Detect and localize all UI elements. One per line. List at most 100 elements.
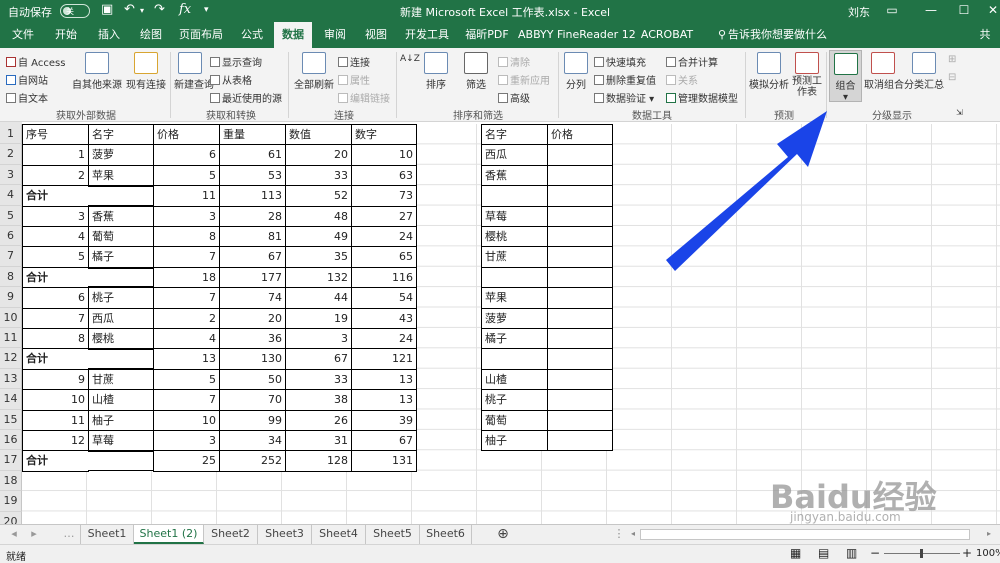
other-sources-button[interactable]: 自其他来源 — [72, 52, 122, 91]
row-header[interactable]: 10 — [0, 307, 22, 328]
row-header[interactable]: 14 — [0, 389, 22, 410]
total-cell[interactable]: 252 — [219, 450, 286, 472]
table2-cell[interactable]: 葡萄 — [481, 409, 548, 431]
undo-icon[interactable]: ↶ — [124, 2, 135, 17]
table-cell[interactable]: 81 — [219, 226, 286, 248]
empty-cell[interactable] — [88, 267, 153, 288]
new-query-button[interactable]: 新建查询 — [174, 52, 214, 91]
table2-price-cell[interactable] — [547, 409, 613, 431]
table-cell[interactable]: 10 — [153, 409, 220, 431]
table-cell[interactable]: 7 — [153, 389, 220, 411]
row-header[interactable]: 15 — [0, 409, 22, 430]
quick-access-dropdown-icon[interactable]: ▾ — [204, 5, 209, 15]
table2-cell[interactable]: 甘蔗 — [481, 246, 548, 268]
row-header[interactable]: 16 — [0, 430, 22, 451]
total-cell[interactable]: 121 — [351, 348, 417, 370]
table-header-cell[interactable]: 价格 — [153, 124, 220, 146]
autosave-toggle[interactable] — [60, 4, 90, 18]
table-cell[interactable]: 3 — [22, 205, 89, 227]
reapply-button[interactable]: 重新应用 — [498, 72, 550, 87]
table2-price-cell[interactable] — [547, 287, 613, 309]
total-cell[interactable]: 67 — [285, 348, 352, 370]
table-cell[interactable]: 6 — [22, 287, 89, 309]
table-cell[interactable]: 柚子 — [88, 409, 154, 431]
table-cell[interactable]: 橘子 — [88, 246, 154, 268]
refresh-all-button[interactable]: 全部刷新 — [292, 52, 336, 91]
table-cell[interactable]: 甘蔗 — [88, 368, 154, 391]
table-header-cell[interactable]: 数值 — [285, 124, 352, 146]
table-cell[interactable]: 99 — [219, 409, 286, 431]
table2-price-cell[interactable] — [547, 205, 613, 227]
tab-formulas[interactable]: 公式 — [232, 22, 272, 48]
row-header[interactable]: 8 — [0, 266, 22, 288]
zoom-slider-thumb[interactable] — [920, 549, 923, 558]
row-header[interactable]: 5 — [0, 205, 22, 226]
total-cell[interactable]: 116 — [351, 266, 417, 289]
table-cell[interactable]: 山楂 — [88, 389, 154, 411]
remove-duplicates-button[interactable]: 删除重复值 — [594, 72, 656, 87]
advanced-filter-button[interactable]: 高级 — [498, 90, 530, 105]
table-cell[interactable]: 48 — [285, 205, 352, 227]
table-cell[interactable]: 13 — [351, 368, 417, 391]
user-name[interactable]: 刘东 — [848, 4, 870, 20]
zoom-level[interactable]: 100% — [976, 548, 1000, 559]
table-cell[interactable]: 5 — [153, 164, 220, 187]
table2-cell[interactable]: 桃子 — [481, 389, 548, 411]
table-cell[interactable]: 53 — [219, 164, 286, 187]
table-header-cell[interactable]: 序号 — [22, 124, 89, 146]
tab-acrobat[interactable]: ACROBAT — [638, 22, 696, 48]
sheet-tab[interactable]: Sheet1 — [80, 525, 134, 544]
table2-price-cell[interactable] — [547, 266, 613, 289]
consolidate-button[interactable]: 合并计算 — [666, 54, 718, 69]
total-cell[interactable]: 132 — [285, 266, 352, 289]
table-cell[interactable]: 西瓜 — [88, 307, 154, 329]
table-cell[interactable]: 61 — [219, 144, 286, 166]
table-cell[interactable]: 20 — [285, 144, 352, 166]
sheet-tab[interactable]: Sheet2 — [204, 525, 258, 544]
table2-price-cell[interactable] — [547, 164, 613, 187]
total-cell[interactable]: 130 — [219, 348, 286, 370]
row-header[interactable]: 7 — [0, 246, 22, 267]
sheet-tab[interactable]: Sheet4 — [312, 525, 366, 544]
tab-home[interactable]: 开始 — [46, 22, 86, 48]
table-cell[interactable]: 1 — [22, 144, 89, 166]
total-label-cell[interactable]: 合计 — [22, 348, 89, 370]
table-cell[interactable]: 8 — [22, 328, 89, 350]
table2-header-cell[interactable]: 名字 — [481, 124, 548, 146]
table-cell[interactable]: 葡萄 — [88, 226, 154, 248]
table-cell[interactable]: 樱桃 — [88, 328, 154, 350]
from-web-button[interactable]: 自网站 — [6, 72, 48, 87]
table-cell[interactable]: 菠萝 — [88, 144, 154, 166]
row-header[interactable]: 17 — [0, 450, 22, 471]
table-cell[interactable]: 27 — [351, 205, 417, 227]
total-cell[interactable]: 18 — [153, 266, 220, 289]
table2-price-cell[interactable] — [547, 368, 613, 391]
tab-data[interactable]: 数据 — [274, 22, 312, 48]
table-cell[interactable]: 草莓 — [88, 430, 154, 452]
table2-price-cell[interactable] — [547, 328, 613, 350]
table-cell[interactable]: 19 — [285, 307, 352, 329]
page-break-view-icon[interactable]: ▥ — [846, 546, 857, 560]
total-cell[interactable]: 128 — [285, 450, 352, 472]
table-cell[interactable]: 20 — [219, 307, 286, 329]
table-cell[interactable]: 31 — [285, 430, 352, 452]
table-cell[interactable]: 67 — [219, 246, 286, 268]
empty-cell[interactable] — [88, 349, 153, 369]
table2-cell[interactable]: 樱桃 — [481, 226, 548, 248]
tab-draw[interactable]: 绘图 — [132, 22, 170, 48]
outline-settings-icon[interactable]: ⇲ — [956, 108, 963, 117]
table-cell[interactable]: 50 — [219, 368, 286, 391]
total-label-cell[interactable]: 合计 — [22, 185, 89, 207]
sheet-tab[interactable]: Sheet6 — [420, 525, 472, 544]
from-access-button[interactable]: 自 Access — [6, 54, 65, 69]
total-cell[interactable]: 73 — [351, 185, 417, 207]
table2-price-cell[interactable] — [547, 307, 613, 329]
flash-fill-button[interactable]: 快速填充 — [594, 54, 646, 69]
share-button[interactable]: 共 — [970, 22, 1000, 48]
table2-cell[interactable]: 草莓 — [481, 205, 548, 227]
table2-price-cell[interactable] — [547, 389, 613, 411]
sheet-tab-active[interactable]: Sheet1 (2) — [134, 525, 204, 544]
clear-button[interactable]: 清除 — [498, 54, 530, 69]
table-cell[interactable]: 8 — [153, 226, 220, 248]
table2-price-cell[interactable] — [547, 348, 613, 370]
